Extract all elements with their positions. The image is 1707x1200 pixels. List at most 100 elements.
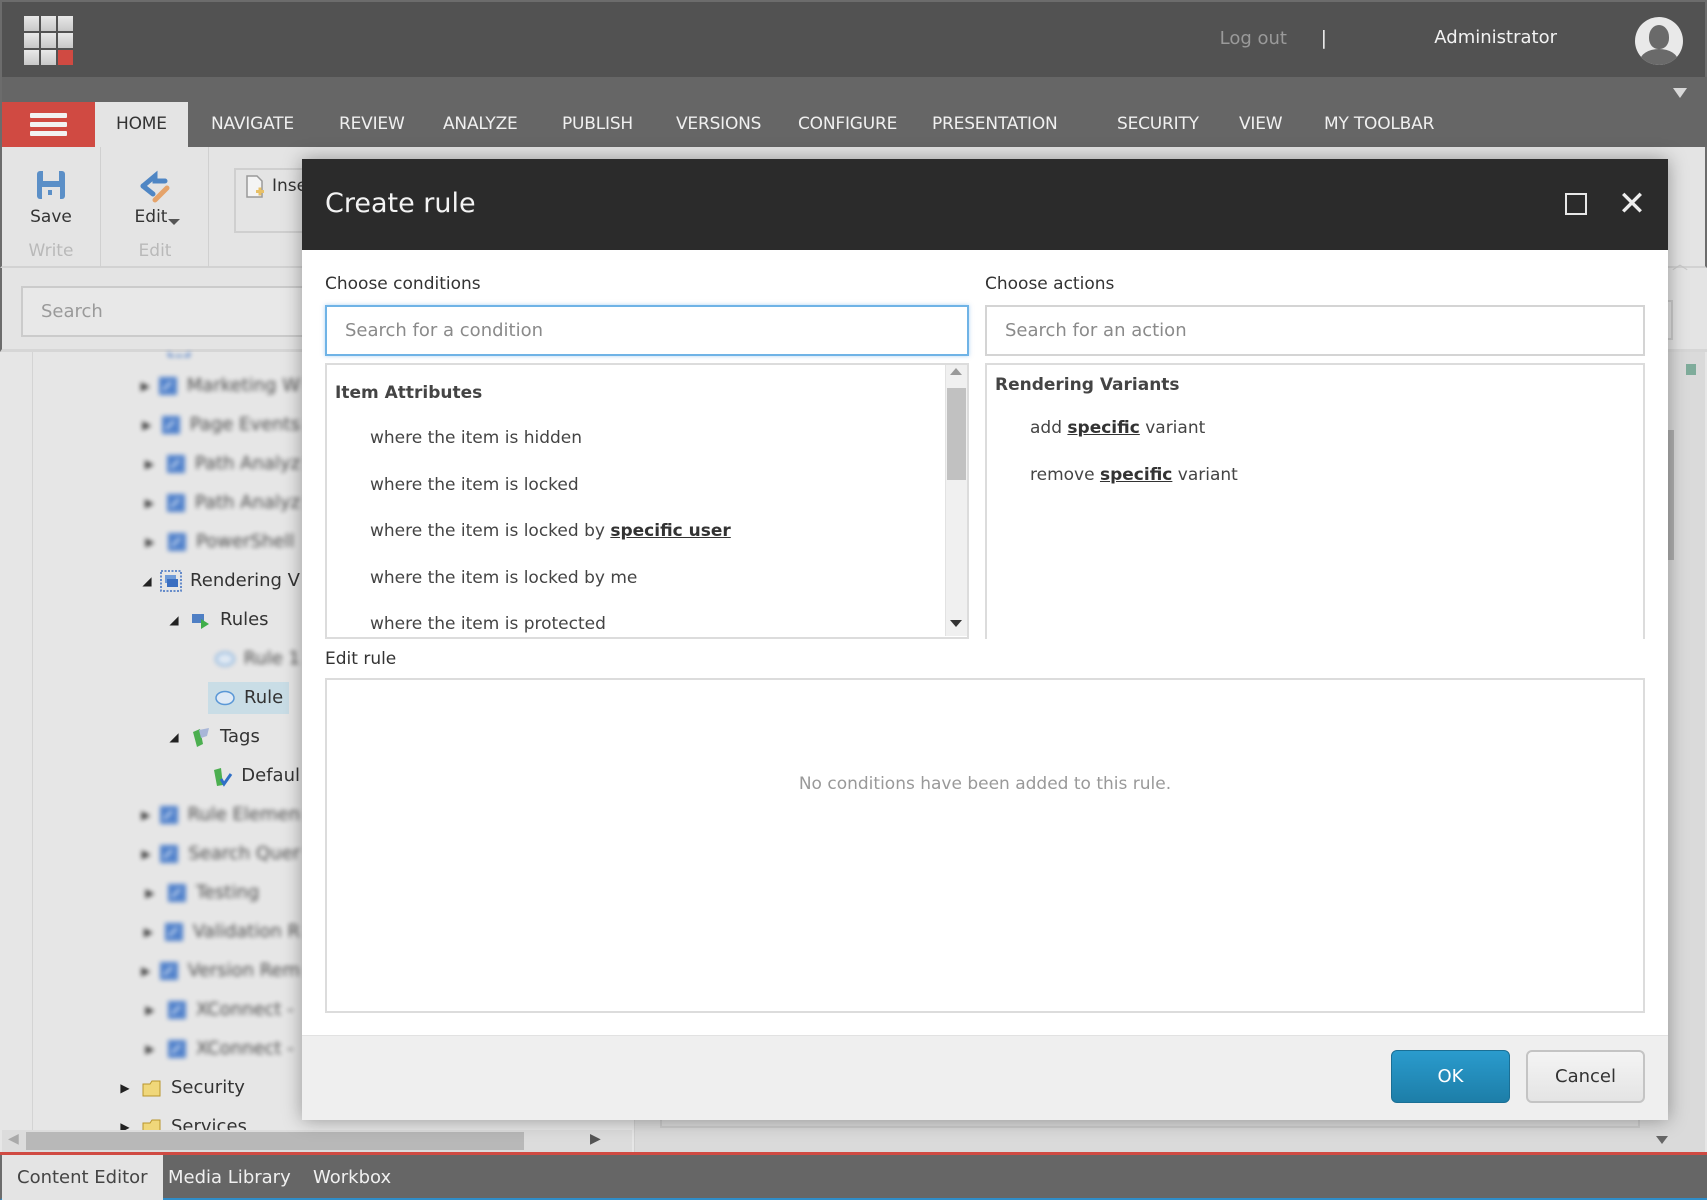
tab-security[interactable]: SECURITY <box>1096 102 1220 147</box>
tree-node[interactable]: ▶ XConnect - <box>0 1029 300 1068</box>
dialog-header <box>302 159 1668 250</box>
tree-node[interactable]: ▶ Path Analyz <box>0 483 300 522</box>
tab-home[interactable]: HOME <box>95 102 188 147</box>
tree-node-label: Rule <box>244 687 284 708</box>
avatar-icon[interactable] <box>1635 17 1683 65</box>
tree-node[interactable]: ▶ Page Events <box>0 405 300 444</box>
tree-node-label: Tags <box>220 726 260 747</box>
bottom-tab-workbox[interactable]: Workbox <box>298 1155 406 1200</box>
tab-my-toolbar[interactable]: MY TOOLBAR <box>1303 102 1455 147</box>
save-label: Save <box>30 207 72 227</box>
expand-arrow-icon[interactable]: ▶ <box>140 379 151 393</box>
tree-node[interactable]: ▶ Security <box>0 1068 300 1107</box>
tree-node[interactable]: Defaul <box>0 756 300 795</box>
close-icon[interactable]: ✕ <box>1617 184 1647 224</box>
scroll-up-icon[interactable] <box>950 368 962 375</box>
expand-arrow-icon[interactable]: ▶ <box>140 496 159 510</box>
item-text: remove <box>1030 464 1100 485</box>
edit-dropdown-button[interactable]: Edit <box>115 165 195 235</box>
parameter-link[interactable]: specific user <box>610 521 730 541</box>
scroll-down-icon[interactable] <box>950 620 962 627</box>
collapse-arrow-icon[interactable]: ◢ <box>164 613 184 627</box>
save-button[interactable]: Save <box>10 165 92 235</box>
tree-scrollbar-thumb[interactable] <box>26 1132 524 1150</box>
tree-node[interactable]: ▶ Path Analyz <box>0 444 300 483</box>
parameter-link[interactable]: specific <box>1100 465 1172 485</box>
list-item[interactable]: where the item is locked <box>327 462 967 509</box>
tree-search-input[interactable]: Search <box>21 286 321 337</box>
actions-group-header: Rendering Variants <box>995 375 1180 395</box>
content-scroll-down-icon[interactable] <box>1656 1136 1668 1144</box>
expand-arrow-icon[interactable]: ▶ <box>140 535 160 549</box>
tab-navigate[interactable]: NAVIGATE <box>190 102 315 147</box>
hamburger-menu-icon[interactable] <box>2 102 95 147</box>
expand-arrow-icon[interactable]: ▶ <box>140 964 152 978</box>
action-search-input[interactable] <box>985 305 1645 356</box>
tab-versions[interactable]: VERSIONS <box>655 102 782 147</box>
expand-arrow-icon[interactable]: ▶ <box>140 847 152 861</box>
list-item[interactable]: where the item is locked by specific use… <box>327 508 967 555</box>
tab-analyze[interactable]: ANALYZE <box>422 102 539 147</box>
expand-arrow-icon[interactable]: ▶ <box>140 808 152 822</box>
tab-publish[interactable]: PUBLISH <box>541 102 654 147</box>
list-item[interactable]: remove specific variant <box>987 452 1643 499</box>
tree-node[interactable]: ▶ Version Rem <box>0 951 300 990</box>
expand-arrow-icon[interactable]: ▶ <box>140 418 154 432</box>
collapse-arrow-icon[interactable]: ◢ <box>140 574 154 588</box>
expand-arrow-icon[interactable]: ▶ <box>140 457 159 471</box>
ok-button[interactable]: OK <box>1391 1050 1510 1103</box>
conditions-scrollbar-thumb[interactable] <box>947 388 966 480</box>
bottom-tab-content-editor[interactable]: Content Editor <box>2 1155 163 1200</box>
collapse-arrow-icon[interactable]: ◢ <box>164 730 184 744</box>
bottom-tab-media-library[interactable]: Media Library <box>153 1155 306 1200</box>
expand-arrow-icon[interactable]: ▶ <box>140 1003 160 1017</box>
tree-node[interactable]: ▶ Search Quer <box>0 834 300 873</box>
collapse-ribbon-chevron-up-icon[interactable]: ︿ <box>1672 250 1688 274</box>
tree-node-label: Rendering V <box>190 570 300 591</box>
content-vertical-scrollbar[interactable] <box>1668 430 1674 560</box>
tree-node[interactable]: ◢ Rules <box>0 600 300 639</box>
tree-node[interactable]: ▶ Rule Elemen <box>0 795 300 834</box>
item-text: where the item is hidden <box>370 428 583 448</box>
username[interactable]: Administrator <box>1434 27 1557 48</box>
tree-node[interactable]: Rule 1 <box>0 639 300 678</box>
condition-search-input[interactable] <box>325 305 969 356</box>
item-text: add <box>1030 418 1068 438</box>
tab-review[interactable]: REVIEW <box>318 102 426 147</box>
maximize-icon[interactable] <box>1565 193 1587 215</box>
tree-node[interactable]: ▶ Validation R <box>0 912 300 951</box>
parameter-link[interactable]: specific <box>1067 418 1139 438</box>
tree-node[interactable]: ◢ Rendering V <box>0 561 300 600</box>
tab-configure[interactable]: CONFIGURE <box>777 102 918 147</box>
rule-editor[interactable] <box>325 678 1645 1013</box>
tree-node[interactable]: ◢ Tags <box>0 717 300 756</box>
item-text: where the item is locked <box>370 474 579 495</box>
logout-link[interactable]: Log out <box>1220 28 1287 49</box>
list-item[interactable]: where the item is hidden <box>327 415 967 462</box>
save-icon <box>37 171 65 199</box>
list-item[interactable]: add specific variant <box>987 405 1643 452</box>
tree-node[interactable]: Rule <box>0 678 300 717</box>
scroll-left-icon[interactable]: ◀ <box>8 1131 19 1147</box>
tree-node-label: Search Quer <box>188 843 300 864</box>
list-item[interactable]: where the item is locked by me <box>327 555 967 602</box>
tab-presentation[interactable]: PRESENTATION <box>911 102 1079 147</box>
tree-node[interactable]: ▶ Testing <box>0 873 300 912</box>
expand-arrow-icon[interactable]: ▶ <box>140 886 160 900</box>
tree-node-label: Path Analyz <box>194 492 300 513</box>
tree-node[interactable]: ▶ Marketing W <box>0 366 300 405</box>
tree-node[interactable]: ▶ XConnect - <box>0 990 300 1029</box>
ribbon-options-chevron-down-icon[interactable] <box>1673 88 1687 98</box>
list-item[interactable]: where the item is protected <box>327 601 967 637</box>
tree-node-label: PowerShell <box>196 531 295 552</box>
write-group-label: Write <box>28 241 74 261</box>
expand-arrow-icon[interactable]: ▶ <box>115 1081 135 1095</box>
app-launcher-icon[interactable] <box>24 16 74 66</box>
expand-arrow-icon[interactable]: ▶ <box>140 1042 160 1056</box>
cancel-button[interactable]: Cancel <box>1526 1050 1645 1103</box>
scroll-right-icon[interactable]: ▶ <box>590 1131 601 1147</box>
expand-arrow-icon[interactable]: ▶ <box>140 925 157 939</box>
tab-view[interactable]: VIEW <box>1218 102 1303 147</box>
actions-list: Rendering Variants add specific variant r… <box>985 363 1645 639</box>
tree-node[interactable]: ▶ PowerShell <box>0 522 300 561</box>
